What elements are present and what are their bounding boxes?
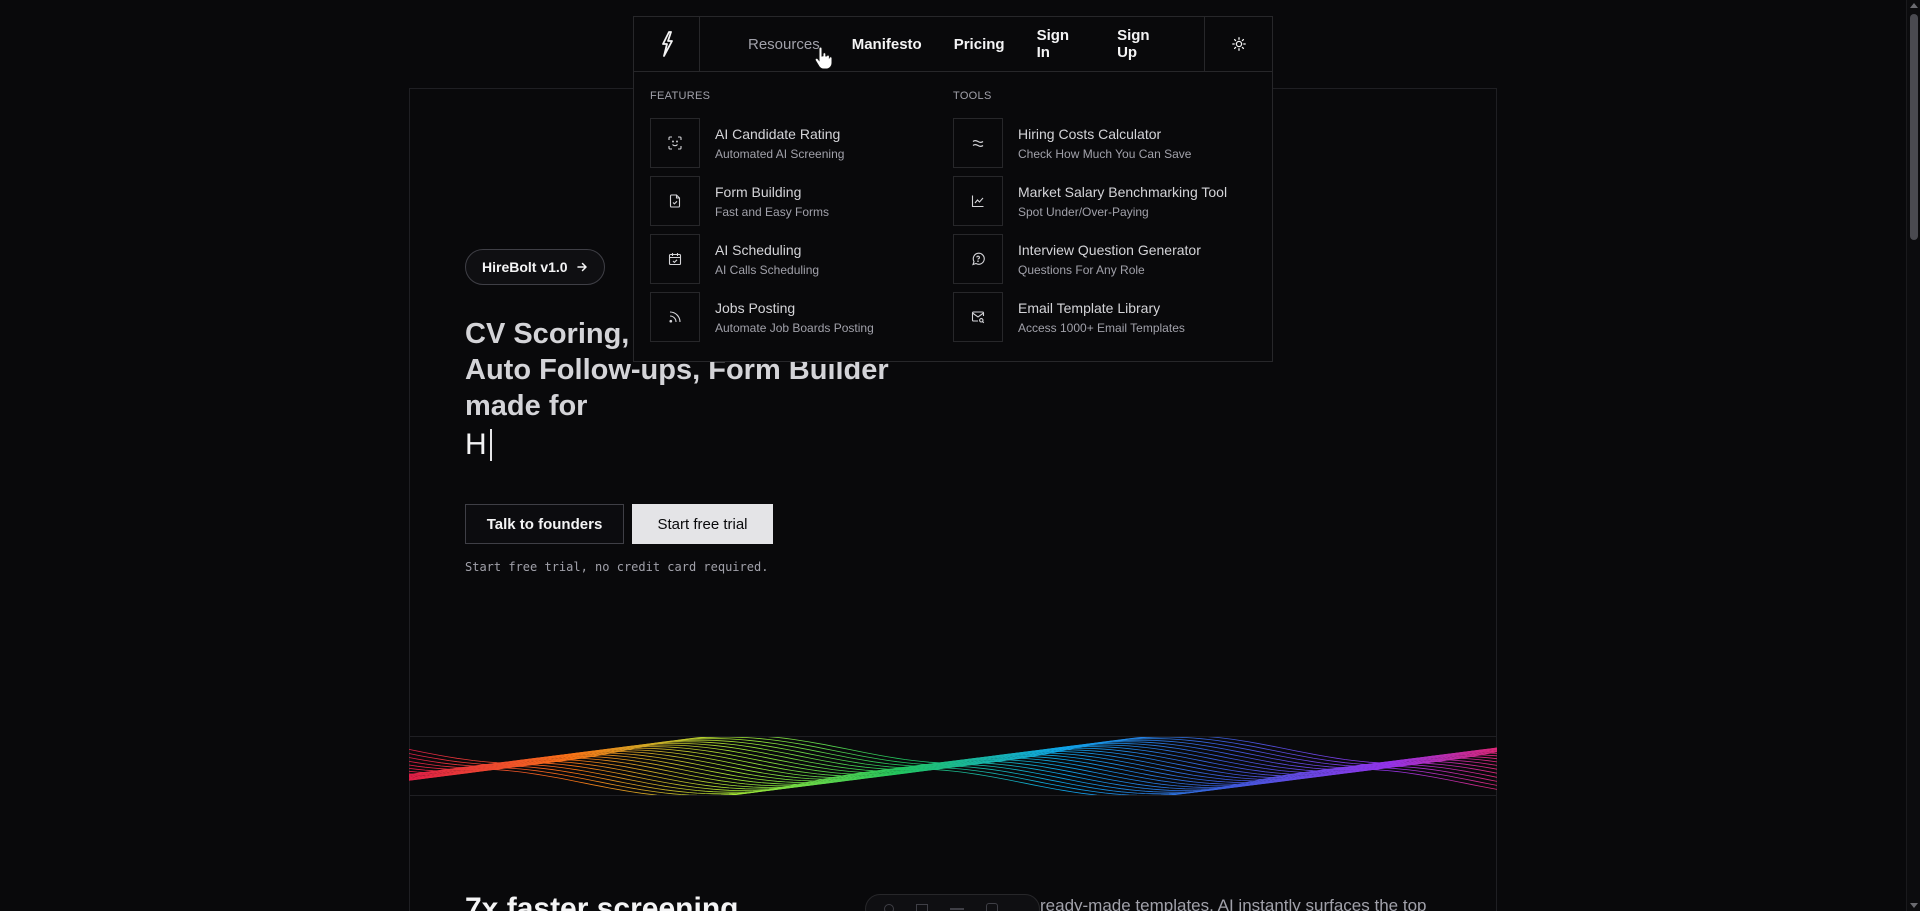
tool-icon	[986, 903, 998, 911]
file-check-icon	[669, 194, 681, 208]
nav-manifesto[interactable]: Manifesto	[852, 36, 922, 53]
features-column: FEATURES AI Candidate Rating Automated A…	[650, 72, 950, 350]
tools-column: TOOLS Hiring Costs Calculator Check How …	[953, 72, 1253, 350]
menu-item-subtitle: Automate Job Boards Posting	[715, 320, 874, 335]
menu-item-title: Market Salary Benchmarking Tool	[1018, 183, 1228, 200]
calendar-check-icon	[668, 253, 682, 266]
sun-icon	[1231, 37, 1246, 51]
logo[interactable]	[634, 17, 700, 71]
menu-item-subtitle: Automated AI Screening	[715, 146, 845, 161]
start-free-trial-button[interactable]: Start free trial	[632, 504, 773, 544]
page-scrollbar[interactable]	[1906, 0, 1920, 911]
preview-toolbar	[865, 894, 1040, 911]
menu-item-title: AI Scheduling	[715, 241, 802, 258]
menu-item-email-template-library[interactable]: Email Template Library Access 1000+ Emai…	[953, 292, 1253, 342]
menu-item-subtitle: Fast and Easy Forms	[715, 204, 830, 219]
menu-item-ai-scheduling[interactable]: AI Scheduling AI Calls Scheduling	[650, 234, 950, 284]
version-badge-label: HireBolt v1.0	[482, 259, 568, 275]
menu-item-ai-candidate-rating[interactable]: AI Candidate Rating Automated AI Screeni…	[650, 118, 950, 168]
menu-item-subtitle: Spot Under/Over-Paying	[1018, 204, 1149, 219]
section-title: 7x faster screening	[465, 892, 739, 911]
scroll-thumb[interactable]	[1910, 14, 1918, 240]
message-question-icon	[972, 252, 985, 266]
navbar: Resources Manifesto Pricing Sign In Sign…	[633, 16, 1273, 72]
version-badge[interactable]: HireBolt v1.0	[465, 249, 605, 285]
menu-item-title: AI Candidate Rating	[715, 125, 841, 142]
nav-links: Resources Manifesto Pricing Sign In Sign…	[700, 17, 1204, 71]
menu-item-title: Hiring Costs Calculator	[1018, 125, 1162, 142]
menu-item-salary-benchmarking[interactable]: Market Salary Benchmarking Tool Spot Und…	[953, 176, 1253, 226]
section-text: ready-made templates. AI instantly surfa…	[1040, 896, 1427, 911]
tool-icon	[916, 904, 928, 911]
menu-item-form-building[interactable]: Form Building Fast and Easy Forms	[650, 176, 950, 226]
line-chart-icon	[971, 195, 984, 208]
arrow-right-icon	[576, 262, 587, 272]
menu-item-subtitle: AI Calls Scheduling	[715, 262, 820, 277]
menu-item-subtitle: Check How Much You Can Save	[1018, 146, 1192, 161]
menu-item-title: Email Template Library	[1018, 299, 1161, 316]
headline-line: made for	[465, 390, 588, 422]
resources-dropdown: FEATURES AI Candidate Rating Automated A…	[633, 72, 1273, 362]
typed-text-value: H	[465, 428, 487, 461]
nav-pricing[interactable]: Pricing	[954, 36, 1005, 53]
page: Resources Manifesto Pricing Sign In Sign…	[0, 0, 1920, 911]
menu-item-title: Form Building	[715, 183, 802, 200]
scroll-down-icon[interactable]	[1910, 903, 1918, 908]
tools-heading: TOOLS	[953, 90, 992, 102]
features-heading: FEATURES	[650, 90, 711, 102]
talk-to-founders-button[interactable]: Talk to founders	[465, 504, 624, 544]
menu-item-subtitle: Questions For Any Role	[1018, 262, 1145, 277]
theme-toggle-button[interactable]	[1204, 17, 1272, 71]
scroll-up-icon[interactable]	[1910, 3, 1918, 8]
menu-item-title: Jobs Posting	[715, 299, 796, 316]
typed-text: H	[465, 426, 492, 464]
tool-icon	[950, 908, 964, 910]
rainbow-wave-banner	[409, 736, 1497, 796]
nav-sign-in[interactable]: Sign In	[1037, 27, 1085, 61]
menu-item-title: Interview Question Generator	[1018, 241, 1201, 258]
menu-item-hiring-costs-calculator[interactable]: Hiring Costs Calculator Check How Much Y…	[953, 118, 1253, 168]
menu-item-subtitle: Access 1000+ Email Templates	[1018, 320, 1185, 335]
tool-icon	[884, 904, 894, 911]
text-caret	[489, 429, 492, 461]
trial-note: Start free trial, no credit card require…	[465, 560, 769, 574]
nav-resources[interactable]: Resources	[748, 36, 820, 53]
approx-icon	[972, 140, 984, 147]
hand-pointer-icon	[814, 46, 832, 70]
scan-face-icon	[668, 136, 682, 150]
nav-sign-up[interactable]: Sign Up	[1117, 27, 1172, 61]
menu-item-jobs-posting[interactable]: Jobs Posting Automate Job Boards Posting	[650, 292, 950, 342]
menu-item-interview-question-generator[interactable]: Interview Question Generator Questions F…	[953, 234, 1253, 284]
rss-icon	[669, 311, 681, 323]
bolt-icon	[661, 31, 673, 57]
mail-search-icon	[971, 311, 985, 324]
